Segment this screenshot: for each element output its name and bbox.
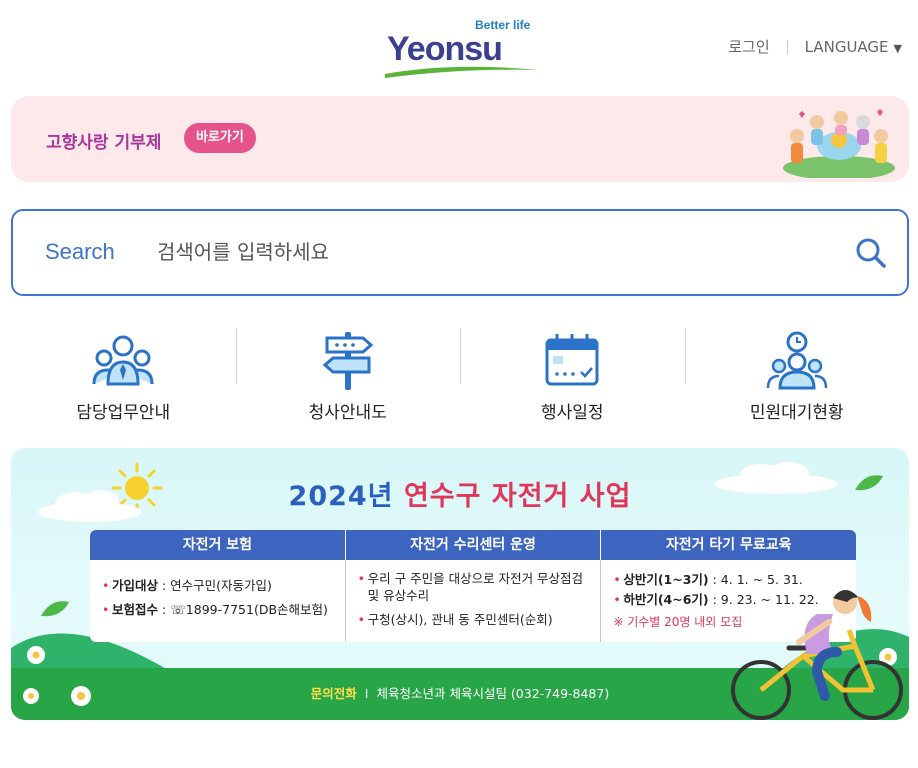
caret-down-icon: ▼	[893, 41, 902, 55]
quick-menu-divider	[460, 328, 461, 384]
donation-title: 고향사랑 기부제	[46, 133, 162, 153]
contact-value: 체육청소년과 체육시설팀 (032-749-8487)	[376, 686, 610, 701]
search-icon	[856, 238, 886, 268]
utility-divider	[786, 39, 788, 54]
info-value: : ☏1899-7751(DB손해보험)	[158, 602, 328, 617]
quick-menu-divider	[684, 328, 686, 384]
leaf-icon	[41, 601, 69, 617]
headline-title: 연수구 자전거 사업	[403, 481, 632, 512]
panel-header-repair: 자전거 수리센터 운영	[346, 530, 602, 560]
flower-icon	[23, 688, 39, 704]
info-value: 우리 구 주민을 대상으로 자전거 무상점검 및 유상수리	[367, 571, 584, 603]
info-value: : 4. 1. ~ 5. 31.	[708, 572, 803, 587]
logo-swoosh-icon	[385, 66, 539, 78]
calendar-icon	[545, 334, 599, 386]
login-link[interactable]: 로그인	[728, 36, 769, 57]
info-row: 가입대상 : 연수구민(자동가입)	[102, 576, 335, 596]
contact-key: 문의전화	[310, 686, 357, 701]
quick-item-office-map[interactable]: 청사안내도	[236, 320, 461, 430]
info-row: 보험접수 : ☏1899-7751(DB손해보험)	[102, 600, 335, 620]
quick-menu-divider	[235, 328, 237, 384]
flower-icon	[71, 686, 91, 706]
quick-item-civil-queue[interactable]: 민원대기현황	[685, 320, 910, 430]
quick-item-label: 민원대기현황	[749, 403, 844, 423]
info-value: : 연수구민(자동가입)	[158, 578, 272, 593]
yeonsu-logo[interactable]: Better life Yeonsu	[383, 14, 543, 78]
info-value: 구청(상시), 관내 동 주민센터(순회)	[367, 612, 553, 627]
search-box: Search	[11, 209, 909, 296]
info-row: 구청(상시), 관내 동 주민센터(순회)	[358, 610, 591, 630]
signpost-icon	[322, 332, 374, 390]
utility-nav: 로그인 LANGUAGE ▼	[728, 36, 902, 57]
info-row: 우리 구 주민을 대상으로 자전거 무상점검 및 유상수리	[358, 570, 591, 604]
people-illustration-icon	[783, 109, 895, 178]
quick-item-label: 청사안내도	[308, 403, 387, 423]
language-select[interactable]: LANGUAGE ▼	[805, 38, 902, 56]
quick-item-label: 담당업무안내	[76, 403, 171, 423]
info-key: 보험접수	[112, 602, 159, 617]
quick-menu: 담당업무안내 청사안내도 행사일정 민원대기현황	[11, 320, 909, 430]
cyclist-illustration-icon	[731, 590, 903, 720]
repair-column: 우리 구 주민을 대상으로 자전거 무상점검 및 유상수리 구청(상시), 관내…	[346, 560, 602, 642]
insurance-column: 가입대상 : 연수구민(자동가입) 보험접수 : ☏1899-7751(DB손해…	[90, 560, 346, 642]
header: Better life Yeonsu 로그인 LANGUAGE ▼	[0, 0, 918, 90]
search-label: Search	[45, 239, 115, 264]
headline-year: 2024년	[288, 481, 394, 512]
staff-icon	[92, 335, 154, 386]
info-key: 가입대상	[112, 578, 159, 593]
panel-header-row: 자전거 보험 자전거 수리센터 운영 자전거 타기 무료교육	[90, 530, 856, 560]
quick-item-staff-duties[interactable]: 담당업무안내	[11, 320, 236, 430]
search-input[interactable]	[157, 233, 817, 271]
quick-item-event-schedule[interactable]: 행사일정	[460, 320, 685, 430]
language-label: LANGUAGE	[804, 37, 889, 56]
hometown-donation-banner[interactable]: 고향사랑 기부제 바로가기	[11, 96, 909, 182]
flower-icon	[27, 646, 45, 664]
search-button[interactable]	[853, 235, 889, 271]
panel-header-insurance: 자전거 보험	[90, 530, 346, 560]
info-key: 상반기(1~3기)	[623, 572, 709, 587]
quick-item-label: 행사일정	[540, 403, 604, 423]
bike-banner-headline: 2024년 연수구 자전거 사업	[11, 474, 909, 513]
bicycle-program-banner[interactable]: 2024년 연수구 자전거 사업 자전거 보험 자전거 수리센터 운영 자전거 …	[11, 448, 909, 720]
donation-go-button[interactable]: 바로가기	[184, 123, 256, 153]
info-key: 하반기(4~6기)	[623, 592, 709, 607]
queue-status-icon	[766, 331, 827, 390]
panel-header-education: 자전거 타기 무료교육	[665, 537, 792, 553]
contact-separator: I	[364, 686, 369, 701]
